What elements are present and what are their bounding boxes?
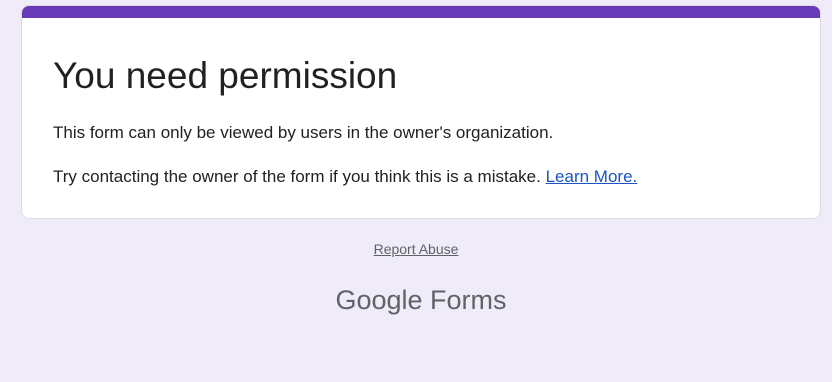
- permission-card: You need permission This form can only b…: [21, 5, 821, 219]
- learn-more-link[interactable]: Learn More.: [546, 167, 638, 186]
- contact-owner-text: Try contacting the owner of the form if …: [53, 167, 541, 186]
- report-abuse-container: Report Abuse: [0, 240, 832, 258]
- brand-product-name: Forms: [430, 285, 507, 315]
- permission-message-text: This form can only be viewed by users in…: [53, 123, 554, 142]
- contact-owner-message: Try contacting the owner of the form if …: [53, 166, 637, 188]
- brand-google-wordmark: Google: [335, 285, 423, 315]
- page-title: You need permission: [53, 55, 398, 96]
- card-accent-bar: [22, 6, 820, 18]
- report-abuse-link[interactable]: Report Abuse: [374, 241, 459, 257]
- permission-message: This form can only be viewed by users in…: [53, 122, 553, 144]
- google-forms-logo[interactable]: Google Forms: [0, 283, 832, 317]
